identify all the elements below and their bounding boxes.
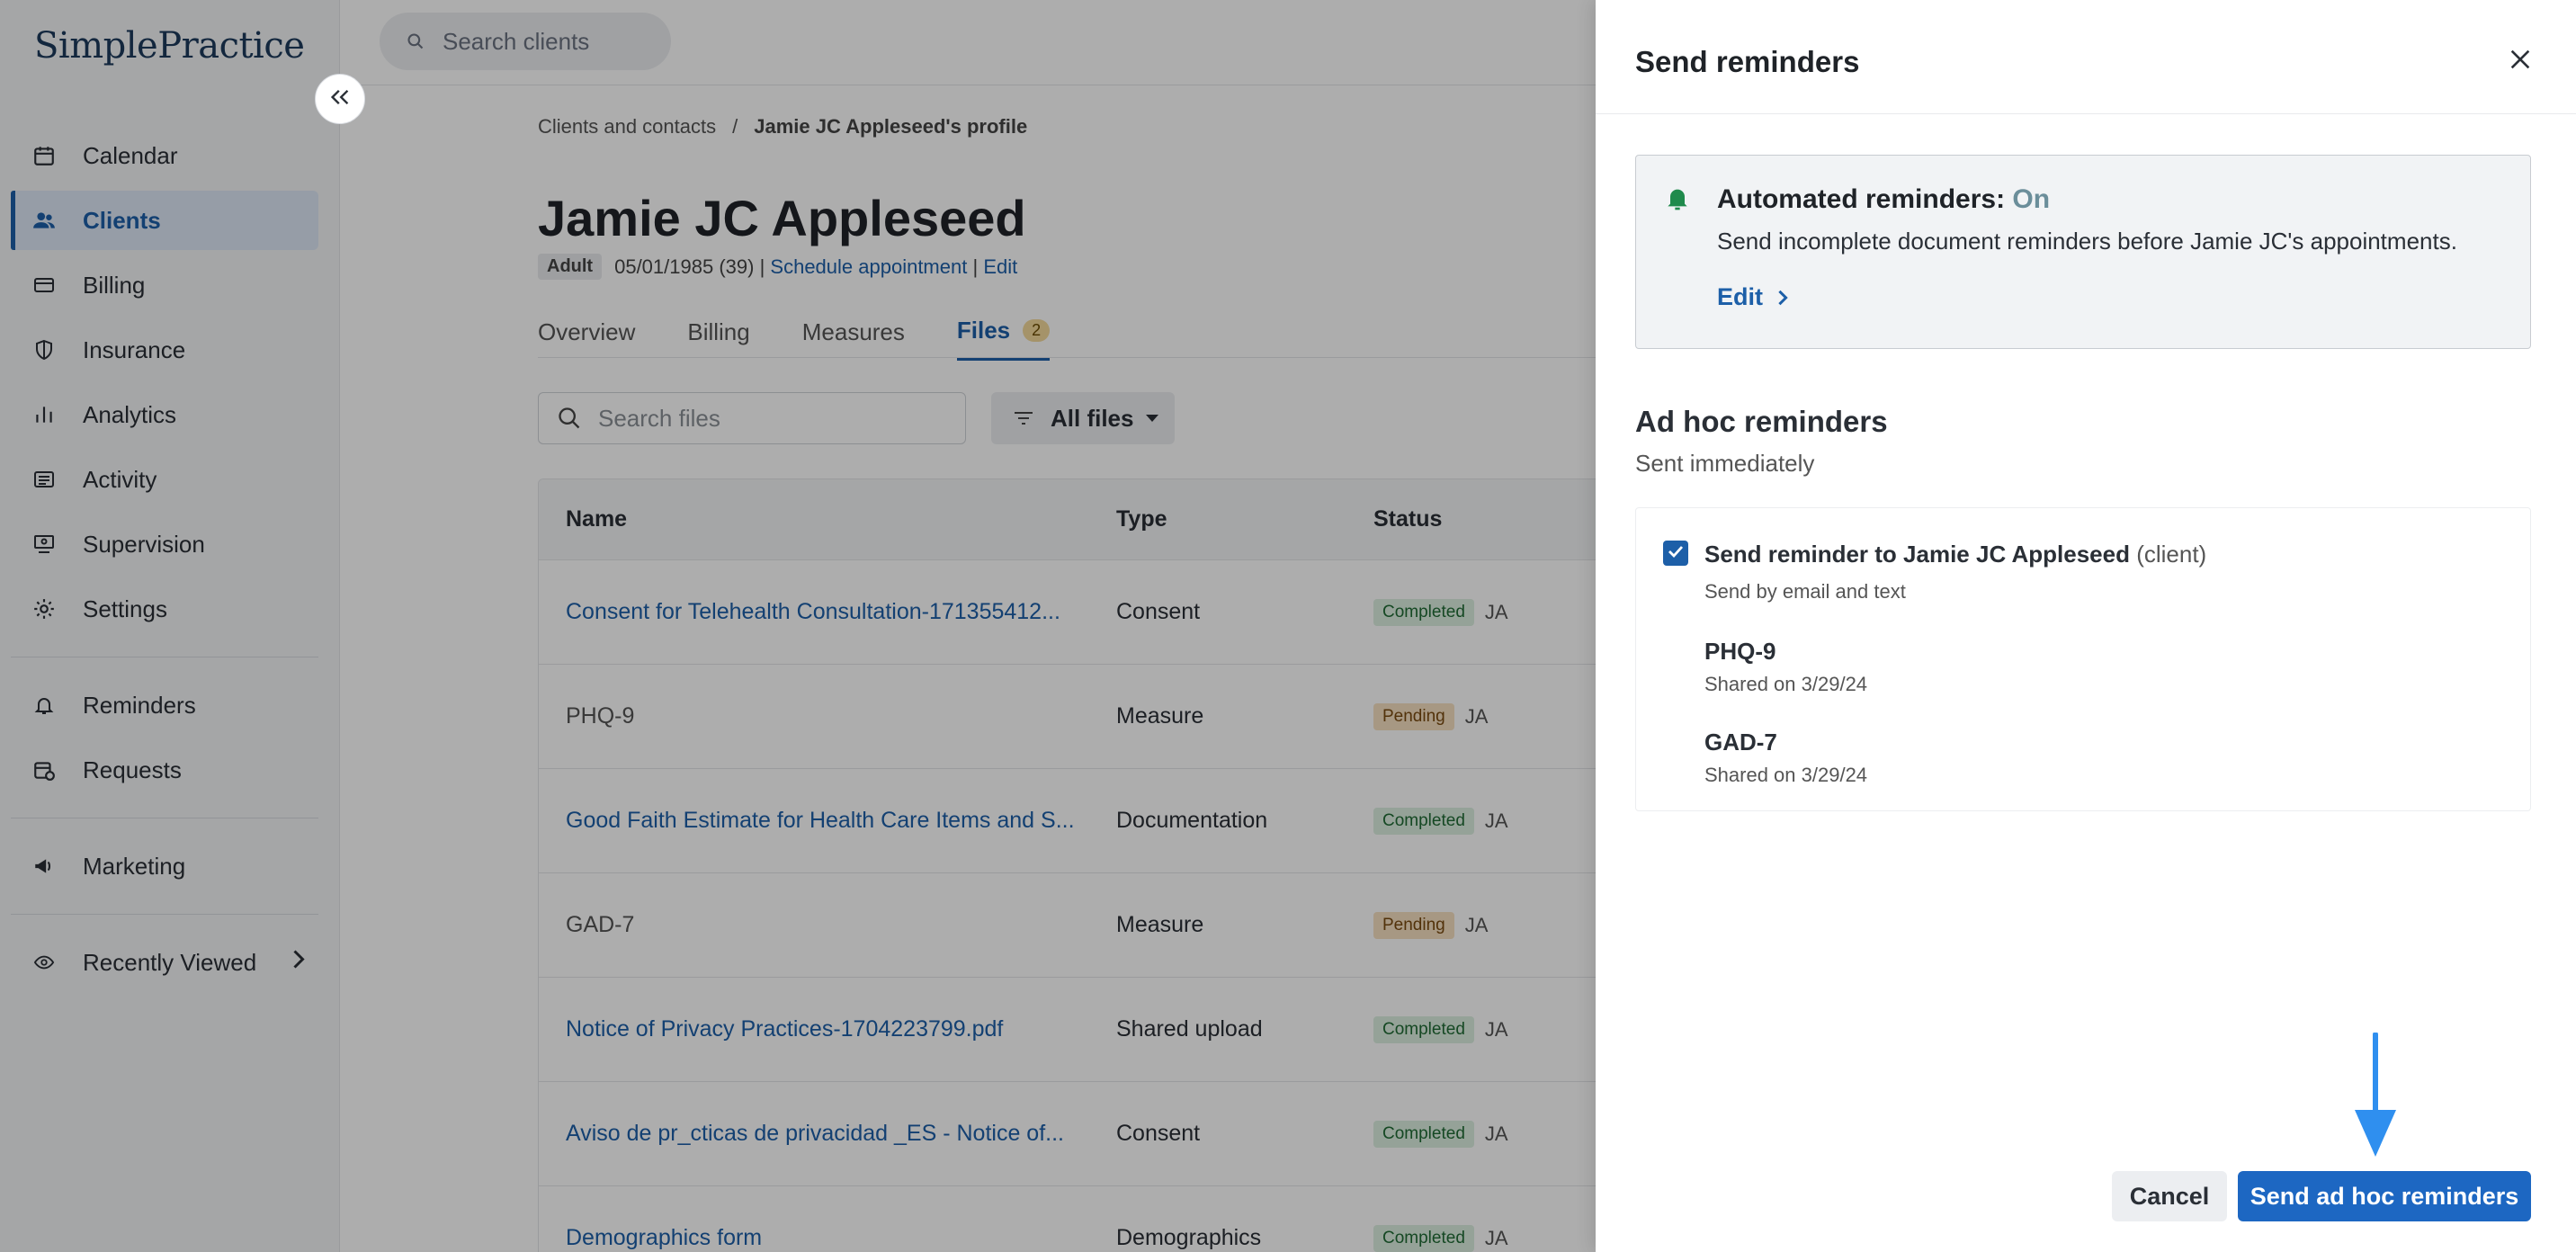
double-chevron-left-icon: [329, 87, 351, 112]
panel-title: Send reminders: [1635, 45, 1860, 78]
document-shared-date: Shared on 3/29/24: [1704, 673, 1868, 695]
document-name: GAD-7: [1704, 729, 1777, 756]
send-ad-hoc-reminders-button[interactable]: Send ad hoc reminders: [2238, 1171, 2531, 1221]
send-reminders-panel: Send reminders Automated reminders: On S…: [1596, 0, 2576, 1252]
recipient-role: (client): [2136, 541, 2207, 568]
bell-icon: [1663, 183, 1692, 218]
edit-label: Edit: [1717, 283, 1763, 310]
document-name: PHQ-9: [1704, 638, 1776, 665]
collapse-sidebar-button[interactable]: [315, 74, 365, 124]
edit-automated-reminders-link[interactable]: Edit: [1717, 283, 1788, 311]
checkmark-icon: [1668, 544, 1684, 563]
list-item: PHQ-9 Shared on 3/29/24: [1704, 638, 1867, 696]
automated-reminders-card: Automated reminders: On Send incomplete …: [1635, 155, 2531, 349]
send-reminder-checkbox[interactable]: [1663, 541, 1688, 566]
adhoc-reminder-card: Send reminder to Jamie JC Appleseed (cli…: [1635, 507, 2531, 811]
automated-reminders-label: Automated reminders:: [1717, 184, 2006, 214]
adhoc-reminders-title: Ad hoc reminders: [1635, 405, 1888, 438]
delivery-method: Send by email and text: [1704, 580, 1906, 603]
document-shared-date: Shared on 3/29/24: [1704, 764, 1868, 786]
chevron-right-icon: [1777, 289, 1788, 307]
recipient-name: Send reminder to Jamie JC Appleseed: [1704, 541, 2130, 568]
annotation-arrow-icon: [2349, 1032, 2402, 1163]
recipient-label: Send reminder to Jamie JC Appleseed (cli…: [1704, 541, 2206, 568]
modal-backdrop[interactable]: [0, 0, 1596, 1252]
close-icon: [2508, 47, 2533, 76]
panel-header-divider: [1596, 113, 2576, 114]
automated-reminders-state: On: [2012, 184, 2051, 214]
automated-reminders-title: Automated reminders: On: [1717, 184, 2050, 215]
close-button[interactable]: [2502, 43, 2538, 79]
list-item: GAD-7 Shared on 3/29/24: [1704, 729, 1867, 787]
adhoc-reminders-subtitle: Sent immediately: [1635, 450, 1815, 477]
automated-reminders-description: Send incomplete document reminders befor…: [1717, 228, 2457, 255]
cancel-button[interactable]: Cancel: [2112, 1171, 2227, 1221]
